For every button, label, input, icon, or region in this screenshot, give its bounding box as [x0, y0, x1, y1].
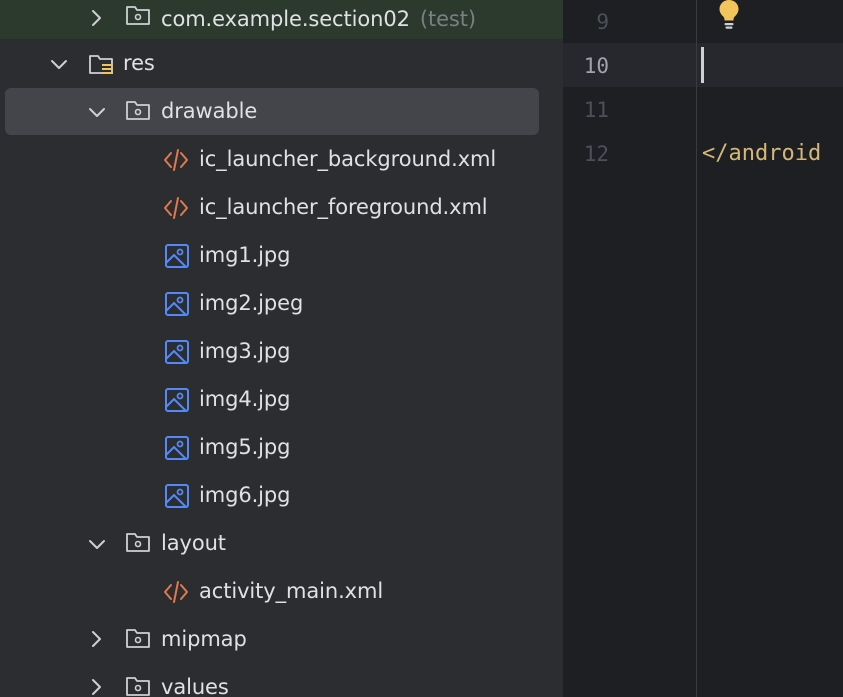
- chevron-down-icon[interactable]: [85, 532, 109, 556]
- tree-item-res[interactable]: res: [0, 43, 563, 91]
- code-line-12[interactable]: </android: [702, 132, 821, 176]
- folder-icon: [126, 533, 150, 552]
- tree-item-label: res: [123, 51, 155, 75]
- project-tree: com.example.section02 (test) res drawable…: [0, 0, 563, 697]
- folder-icon: [126, 677, 150, 696]
- folder-icon: [126, 101, 150, 120]
- xml-file-icon: [164, 197, 188, 219]
- tree-item-label: drawable: [161, 99, 258, 123]
- line-number-active: 10: [583, 54, 609, 78]
- line-number: 12: [583, 142, 609, 166]
- line-number: 9: [596, 10, 609, 34]
- tree-item-suffix: (test): [419, 7, 476, 31]
- tree-item-label: img5.jpg: [199, 435, 291, 459]
- tree-item-img2[interactable]: img2.jpeg: [0, 283, 563, 331]
- tree-item-label: img3.jpg: [199, 339, 291, 363]
- chevron-right-icon[interactable]: [84, 6, 108, 30]
- folder-icon: [126, 6, 150, 25]
- tree-item-label: img6.jpg: [199, 483, 291, 507]
- tree-item-values[interactable]: values: [0, 667, 563, 697]
- image-file-icon: [165, 388, 189, 412]
- chevron-down-icon[interactable]: [85, 100, 109, 124]
- tree-item-drawable[interactable]: drawable: [0, 91, 563, 139]
- tree-item-ic-launcher-background[interactable]: ic_launcher_background.xml: [0, 139, 563, 187]
- code-area[interactable]: [697, 0, 843, 697]
- lightbulb-icon[interactable]: [716, 0, 742, 32]
- tree-item-label: ic_launcher_foreground.xml: [199, 195, 488, 219]
- tree-item-layout[interactable]: layout: [0, 523, 563, 571]
- image-file-icon: [165, 292, 189, 316]
- tree-item-label: img2.jpeg: [199, 291, 304, 315]
- tree-item-activity-main[interactable]: activity_main.xml: [0, 571, 563, 619]
- xml-file-icon: [164, 581, 188, 603]
- tree-item-img6[interactable]: img6.jpg: [0, 475, 563, 523]
- tree-item-img5[interactable]: img5.jpg: [0, 427, 563, 475]
- line-number: 11: [583, 98, 609, 122]
- chevron-right-icon[interactable]: [84, 627, 108, 651]
- tree-item-label: ic_launcher_background.xml: [199, 147, 497, 171]
- tree-item-mipmap[interactable]: mipmap: [0, 619, 563, 667]
- tree-item-img1[interactable]: img1.jpg: [0, 235, 563, 283]
- gutter-divider: [696, 0, 697, 697]
- tree-item-label: img4.jpg: [199, 387, 291, 411]
- folder-icon: [126, 629, 150, 648]
- chevron-right-icon[interactable]: [84, 675, 108, 697]
- tree-item-label: values: [161, 675, 229, 697]
- tree-item-label: com.example.section02: [161, 7, 410, 31]
- tree-item-ic-launcher-foreground[interactable]: ic_launcher_foreground.xml: [0, 187, 563, 235]
- resource-folder-icon: [89, 55, 113, 74]
- tree-item-label: layout: [161, 531, 226, 555]
- tree-item-img4[interactable]: img4.jpg: [0, 379, 563, 427]
- image-file-icon: [165, 244, 189, 268]
- tree-item-label: img1.jpg: [199, 243, 291, 267]
- image-file-icon: [165, 484, 189, 508]
- image-file-icon: [165, 340, 189, 364]
- text-caret: [701, 47, 704, 83]
- tree-item-label: activity_main.xml: [199, 579, 384, 603]
- tree-item-test-package[interactable]: com.example.section02 (test): [0, 0, 563, 39]
- tree-item-label: mipmap: [161, 627, 247, 651]
- tree-item-img3[interactable]: img3.jpg: [0, 331, 563, 379]
- image-file-icon: [165, 436, 189, 460]
- chevron-down-icon[interactable]: [47, 52, 71, 76]
- xml-file-icon: [164, 149, 188, 171]
